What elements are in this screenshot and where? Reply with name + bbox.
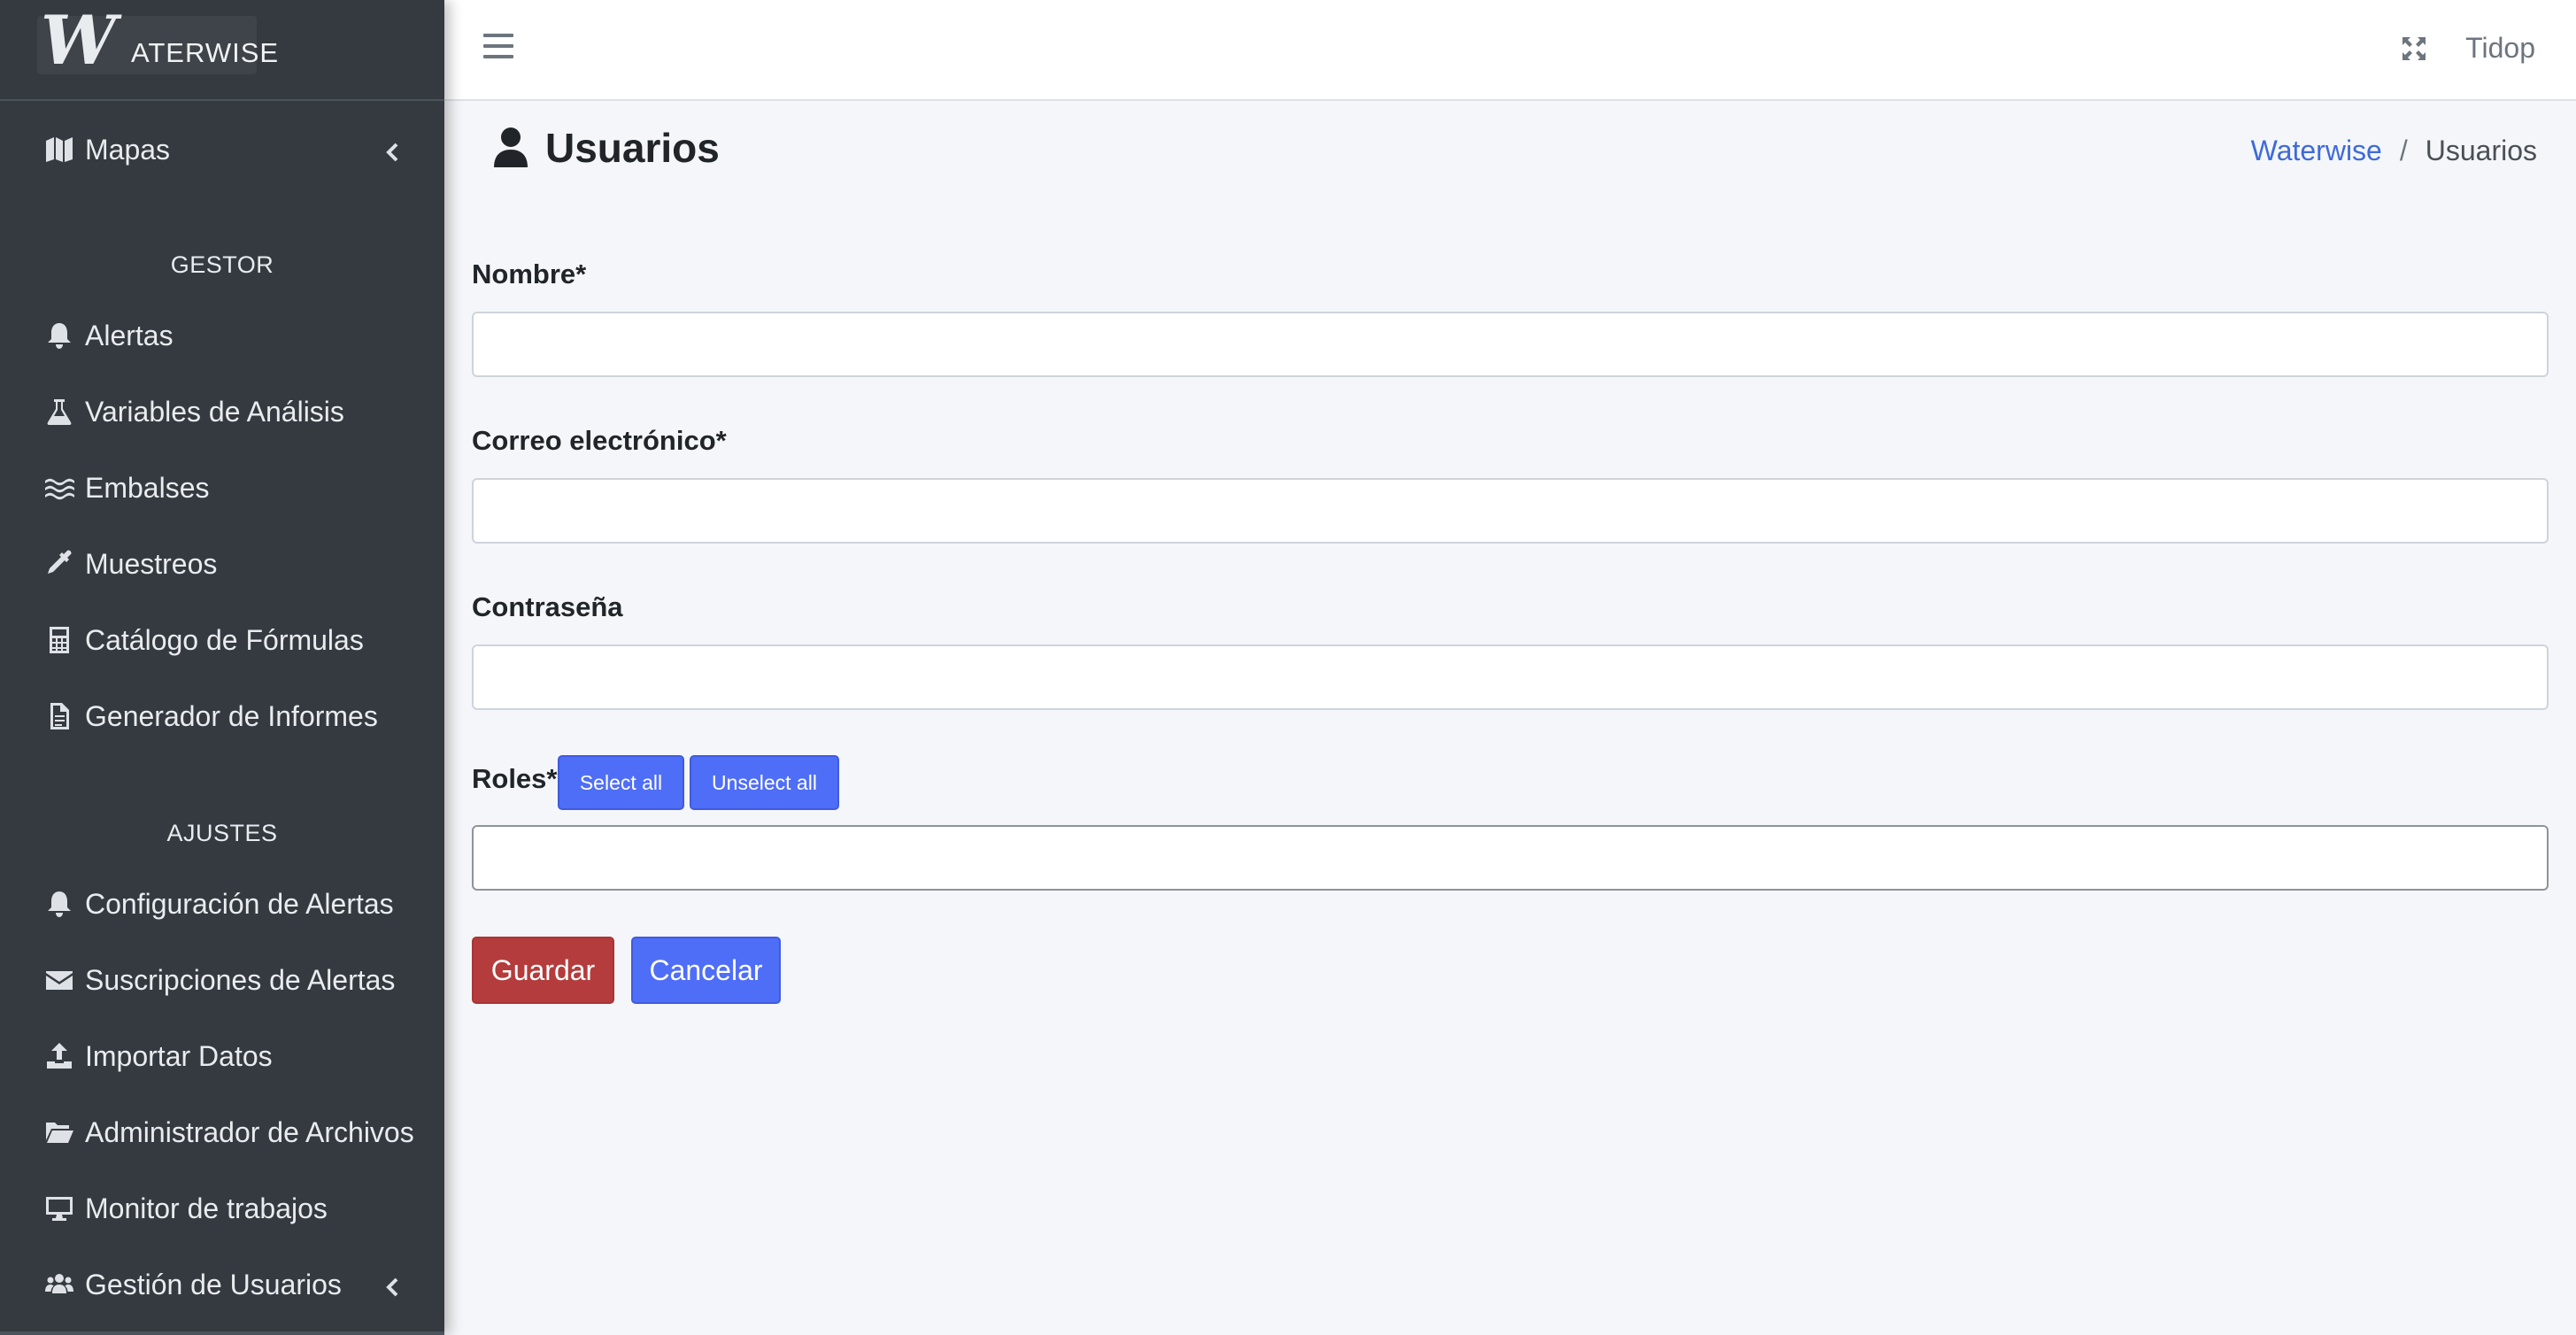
name-field[interactable] bbox=[472, 312, 2549, 377]
sidebar-header-ajustes: AJUSTES bbox=[166, 820, 278, 846]
save-button[interactable]: Guardar bbox=[472, 937, 614, 1004]
bell-icon bbox=[44, 889, 83, 919]
sidebar-item-alertas[interactable]: Alertas bbox=[0, 306, 444, 365]
sidebar-item-muestreos[interactable]: Muestreos bbox=[0, 535, 444, 593]
name-label: Nombre* bbox=[472, 259, 587, 289]
eyedropper-icon bbox=[44, 549, 83, 579]
sidebar-item-catalogo-formulas[interactable]: Catálogo de Fórmulas bbox=[0, 611, 444, 669]
page-title: Usuarios bbox=[492, 124, 720, 172]
sidebar-item-label: Administrador de Archivos bbox=[85, 1115, 414, 1148]
map-icon bbox=[44, 135, 83, 165]
sidebar-item-label: Mapas bbox=[85, 133, 171, 166]
sidebar-item-gestion-usuarios[interactable]: Gestión de Usuarios bbox=[0, 1255, 444, 1314]
select-all-button[interactable]: Select all bbox=[558, 755, 684, 810]
unselect-all-button[interactable]: Unselect all bbox=[690, 755, 839, 810]
sidebar-item-importar-datos[interactable]: Importar Datos bbox=[0, 1027, 444, 1085]
sidebar-item-label: Suscripciones de Alertas bbox=[85, 963, 396, 996]
sidebar-item-administrador-archivos[interactable]: Administrador de Archivos bbox=[0, 1103, 444, 1161]
cancel-button[interactable]: Cancelar bbox=[631, 937, 781, 1004]
sidebar-item-embalses[interactable]: Embalses bbox=[0, 459, 444, 517]
page-title-text: Usuarios bbox=[545, 125, 720, 171]
sidebar-item-generador-informes[interactable]: Generador de Informes bbox=[0, 687, 444, 745]
upload-icon bbox=[44, 1041, 83, 1071]
sidebar-divider bbox=[0, 1331, 444, 1335]
breadcrumb: Waterwise / Usuarios bbox=[2251, 135, 2537, 167]
water-icon bbox=[44, 473, 83, 503]
brand[interactable]: W ATERWISE bbox=[0, 0, 444, 101]
sidebar-item-mapas[interactable]: Mapas bbox=[0, 120, 444, 179]
brand-logo-text: ATERWISE bbox=[131, 37, 280, 68]
user-menu[interactable]: Tidop bbox=[2465, 32, 2535, 65]
sidebar-item-variables-analisis[interactable]: Variables de Análisis bbox=[0, 382, 444, 441]
flask-icon bbox=[44, 397, 83, 427]
folder-open-icon bbox=[44, 1117, 83, 1147]
sidebar-item-suscripciones-alertas[interactable]: Suscripciones de Alertas bbox=[0, 951, 444, 1009]
email-label: Correo electrónico* bbox=[472, 425, 727, 456]
fullscreen-icon[interactable] bbox=[2401, 35, 2427, 62]
bell-icon bbox=[44, 320, 83, 351]
sidebar-item-label: Embalses bbox=[85, 471, 210, 504]
sidebar: W ATERWISE Mapas GESTOR Alertas Variable… bbox=[0, 0, 444, 1335]
sidebar-item-label: Generador de Informes bbox=[85, 699, 378, 732]
chevron-left-icon bbox=[382, 138, 404, 162]
breadcrumb-separator: / bbox=[2399, 135, 2408, 166]
sidebar-item-label: Monitor de trabajos bbox=[85, 1192, 328, 1224]
calculator-icon bbox=[44, 625, 83, 655]
desktop-icon bbox=[44, 1193, 83, 1223]
password-field[interactable] bbox=[472, 644, 2549, 710]
brand-logo-letter: W bbox=[41, 1, 116, 80]
breadcrumb-home-link[interactable]: Waterwise bbox=[2251, 135, 2382, 167]
breadcrumb-current: Usuarios bbox=[2425, 135, 2537, 166]
sidebar-item-label: Catálogo de Fórmulas bbox=[85, 623, 364, 656]
chevron-left-icon bbox=[382, 1273, 404, 1297]
sidebar-item-label: Muestreos bbox=[85, 547, 218, 580]
password-label: Contraseña bbox=[472, 591, 623, 622]
email-field[interactable] bbox=[472, 478, 2549, 544]
users-icon bbox=[44, 1269, 83, 1300]
roles-select[interactable] bbox=[472, 825, 2549, 891]
roles-label: Roles* bbox=[472, 763, 558, 794]
file-text-icon bbox=[44, 701, 83, 731]
sidebar-item-label: Importar Datos bbox=[85, 1039, 273, 1072]
menu-toggle-icon[interactable] bbox=[483, 34, 513, 60]
sidebar-item-label: Gestión de Usuarios bbox=[85, 1268, 342, 1300]
sidebar-item-monitor-trabajos[interactable]: Monitor de trabajos bbox=[0, 1179, 444, 1238]
sidebar-item-label: Alertas bbox=[85, 319, 174, 351]
envelope-icon bbox=[44, 965, 83, 995]
sidebar-header-gestor: GESTOR bbox=[170, 251, 274, 278]
top-navbar: Tidop bbox=[444, 0, 2576, 101]
sidebar-item-label: Variables de Análisis bbox=[85, 395, 344, 428]
sidebar-item-label: Configuración de Alertas bbox=[85, 887, 394, 920]
user-icon bbox=[494, 127, 528, 167]
sidebar-item-configuracion-alertas[interactable]: Configuración de Alertas bbox=[0, 875, 444, 933]
